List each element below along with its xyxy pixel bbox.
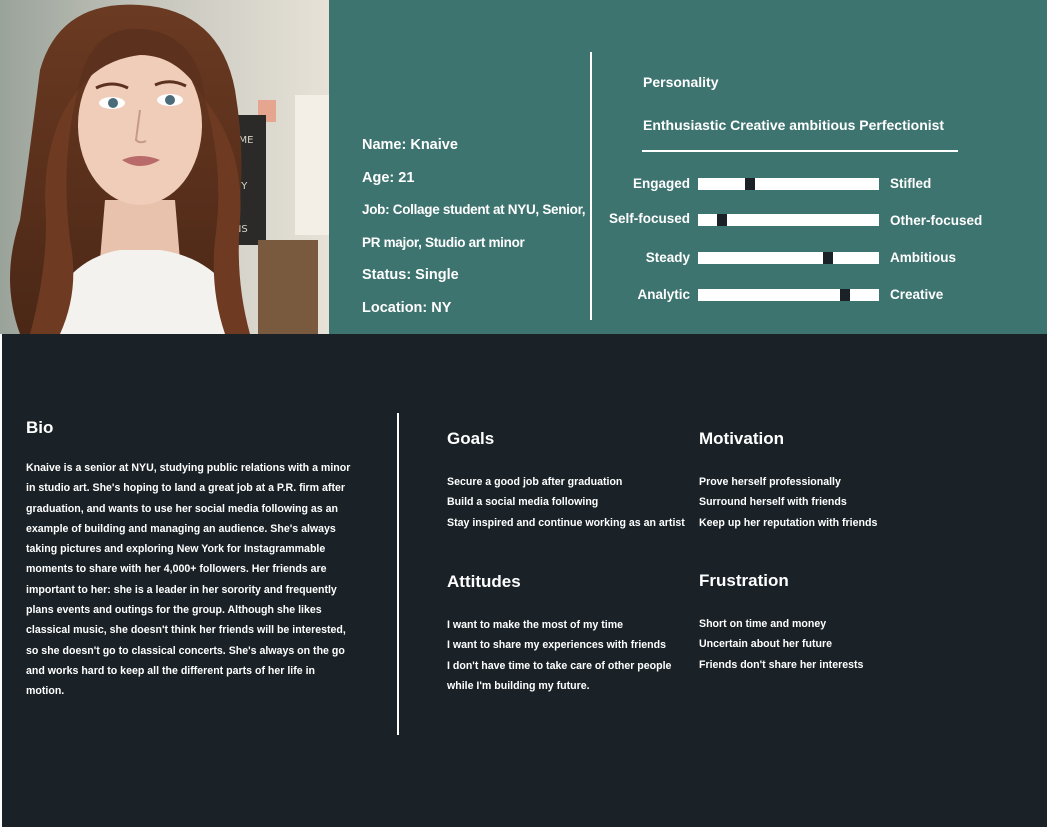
motivation-title: Motivation bbox=[699, 429, 784, 448]
personality-tags: Enthusiastic Creative ambitious Perfecti… bbox=[643, 117, 945, 133]
profile-name: Name: Knaive bbox=[362, 137, 458, 153]
frustration-item: Friends don't share her interests bbox=[699, 658, 864, 671]
profile-location: Location: NY bbox=[362, 299, 452, 316]
goals-list: Secure a good job after graduation Build… bbox=[447, 472, 687, 533]
details-divider bbox=[397, 413, 399, 735]
trait-slider bbox=[698, 252, 879, 264]
goals-title: Goals bbox=[447, 429, 495, 448]
trait-left-label: Steady bbox=[645, 250, 690, 265]
frustration-item: Short on time and money bbox=[699, 618, 827, 630]
trait-left-label: Self-focused bbox=[608, 211, 690, 226]
attitudes-title: Attitudes bbox=[447, 572, 521, 591]
bio-text: Knaive is a senior at NYU, studying publ… bbox=[26, 462, 351, 698]
frustration-list: Short on time and money Uncertain about … bbox=[699, 614, 863, 675]
profile-info: Name: Knaive Age: 21 Job: Collage studen… bbox=[362, 131, 586, 326]
trait-slider-thumb bbox=[823, 252, 833, 264]
profile-job: Job: Collage student at NYU, Senior, bbox=[362, 202, 586, 217]
trait-slider bbox=[698, 214, 879, 226]
bio-title: Bio bbox=[26, 418, 54, 437]
motivation-item: Keep up her reputation with friends bbox=[699, 516, 878, 529]
goal-item: Stay inspired and continue working as an… bbox=[447, 516, 685, 529]
motivation-item: Surround herself with friends bbox=[699, 496, 847, 509]
motivation-item: Prove herself professionally bbox=[699, 476, 841, 488]
profile-job-cont: PR major, Studio art minor bbox=[362, 234, 525, 250]
trait-left-label: Engaged bbox=[632, 176, 690, 191]
attitude-item: I want to share my experiences with frie… bbox=[447, 639, 667, 652]
goal-item: Build a social media following bbox=[447, 496, 599, 509]
trait-right-label: Stifled bbox=[890, 176, 932, 191]
attitude-item: I want to make the most of my time bbox=[447, 619, 624, 631]
motivation-list: Prove herself professionally Surround he… bbox=[699, 472, 877, 533]
frustration-title: Frustration bbox=[699, 571, 789, 590]
personality-title: Personality bbox=[643, 74, 719, 90]
trait-slider bbox=[698, 289, 879, 301]
trait-slider-thumb bbox=[745, 178, 755, 190]
frustration-item: Uncertain about her future bbox=[699, 638, 833, 651]
profile-photo: W LCOME TO HE C TY OF ONS bbox=[0, 0, 329, 334]
profile-age: Age: 21 bbox=[362, 169, 415, 186]
attitudes-list: I want to make the most of my time I wan… bbox=[447, 615, 687, 696]
trait-right-label: Ambitious bbox=[890, 250, 956, 265]
trait-slider bbox=[698, 178, 879, 190]
trait-right-label: Other-focused bbox=[890, 213, 983, 228]
attitude-item: I don't have time to take care of other … bbox=[447, 659, 672, 692]
trait-right-label: Creative bbox=[890, 287, 944, 302]
goal-item: Secure a good job after graduation bbox=[447, 476, 623, 488]
personality-underline bbox=[642, 150, 958, 152]
profile-status: Status: Single bbox=[362, 267, 459, 283]
trait-left-label: Analytic bbox=[637, 287, 690, 302]
trait-slider-thumb bbox=[840, 289, 850, 301]
trait-slider-thumb bbox=[717, 214, 727, 226]
